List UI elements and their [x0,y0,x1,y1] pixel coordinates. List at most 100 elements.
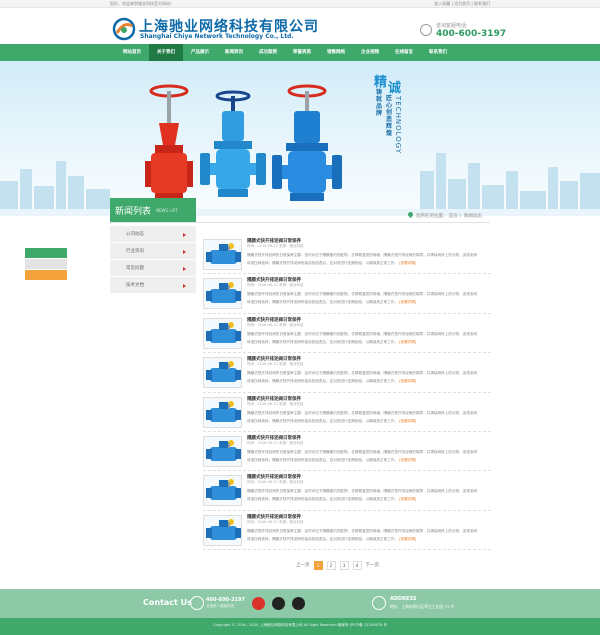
divider [110,222,490,223]
list-item[interactable]: 隔膜式快开排泥阀日常保养 时间：2016-06-12 来源：驰业科技 隔膜式快开排泥… [203,274,491,314]
page-link[interactable]: 4 [352,561,362,570]
nav-items: 网站首页 关于我们 产品展示 新闻资讯 成功案例 荣誉资质 销售网络 企业视频 在线留言 联系我们 [115,44,455,61]
footer-contact: Contact Us 400-600-3197 全国统一客服热线 ADDRESS… [0,589,600,618]
news-meta: 时间：2016-06-12 来源：驰业科技 [247,322,304,327]
main-nav: 网站首页 关于我们 产品展示 新闻资讯 成功案例 荣誉资质 销售网络 企业视频 在线留言 联系我们 [0,44,600,61]
hotline: 咨询客服电话: 400-600-3197 [420,22,506,44]
news-desc-line-1: 隔膜式快开排泥阀的日常保养主要：定时对位于隔膜管内的脏物，去掉覆盖层的网格，隔膜… [247,253,477,257]
nav-item-1[interactable]: 关于我们 [149,44,183,61]
news-thumbnail[interactable] [203,475,242,507]
read-more-link[interactable]: [查看详情] [399,537,416,541]
side-menu: 公司动态行业资讯常见问题技术文档 [110,226,196,294]
side-menu-label: 技术文档 [126,283,144,288]
slogan-big-2: 诚 [388,81,402,96]
page-link[interactable]: 2 [326,561,336,570]
list-item[interactable]: 隔膜式快开排泥阀日常保养 时间：2016-06-12 来源：驰业科技 隔膜式快开排泥… [203,393,491,432]
logo[interactable]: 上海驰业网络科技有限公司 Shanghai Chiye Network Tech… [112,14,318,42]
read-more-link[interactable]: [查看详情] [399,379,416,383]
side-menu-label: 行业资讯 [126,249,144,254]
news-desc-line-1: 隔膜式快开排泥阀的日常保养主要：定时对位于隔膜管内的脏物，去掉覆盖层的网格，隔膜… [247,331,477,336]
side-menu-item[interactable]: 常见问题 [110,260,196,277]
page-link[interactable]: 3 [339,561,349,570]
logo-en: Shanghai Chiye Network Technology Co., L… [140,33,294,40]
list-item[interactable]: 隔膜式快开排泥阀日常保养 时间：2016-06-12 来源：驰业科技 隔膜式快开排泥… [203,353,491,393]
logo-mark-icon [112,17,136,41]
list-item[interactable]: 隔膜式快开排泥阀日常保养 时间：2016-06-12 来源：驰业科技 隔膜式快开排泥… [203,314,491,354]
read-more-link[interactable]: [查看详情] [399,300,416,304]
news-meta: 时间：2016-06-12 来源：驰业科技 [247,480,304,485]
news-thumbnail[interactable] [203,435,242,467]
news-thumbnail[interactable] [203,357,242,389]
nav-item-0[interactable]: 网站首页 [115,44,149,61]
float-item-green[interactable] [25,248,67,258]
news-desc: 隔膜式快开排泥阀的日常保养主要：定时对位于隔膜管内的脏物，去掉覆盖层的网格，隔膜… [247,409,491,425]
news-desc-line-1: 隔膜式快开排泥阀的日常保养主要：定时对位于隔膜管内的脏物，去掉覆盖层的网格，隔膜… [247,371,477,376]
hotline-label: 咨询客服电话: [436,23,468,29]
banner-slogan: 精 诚 铸就品牌 匠心创造辉煌 TECHNOLOGY [360,71,410,191]
news-thumbnail[interactable] [203,396,242,428]
nav-item-3[interactable]: 新闻资讯 [217,44,251,61]
read-more-link[interactable]: [查看详情] [399,261,416,265]
read-more-link[interactable]: [查看详情] [399,340,416,344]
nav-item-8[interactable]: 在线留言 [387,44,421,61]
nav-item-4[interactable]: 成功案例 [251,44,285,61]
hotline-number: 400-600-3197 [436,29,507,39]
news-desc: 隔膜式快开排泥阀的日常保养主要：定时对位于隔膜管内的脏物，去掉覆盖层的网格，隔膜… [247,448,491,464]
news-desc-line-2: 将液压阀液体；隔膜式快开排泥阀所装设检验表后，应对其进行定期检验，以确保其正常工… [247,457,398,462]
float-item-orange[interactable] [25,270,67,280]
nav-item-7[interactable]: 企业视频 [353,44,387,61]
list-item[interactable]: 隔膜式快开排泥阀日常保养 时间：2016-06-12 来源：驰业科技 隔膜式快开排泥… [203,511,491,551]
top-links[interactable]: 加入收藏 | 设为首页 | 联系我们 [434,1,490,7]
news-thumbnail[interactable] [203,514,242,546]
news-desc-line-1: 隔膜式快开排泥阀的日常保养主要：定时对位于隔膜管内的脏物，去掉覆盖层的网格，隔膜… [247,410,477,415]
next-page-link[interactable]: 下一页 [366,561,380,570]
read-more-link[interactable]: [查看详情] [399,419,416,423]
nav-item-2[interactable]: 产品展示 [183,44,217,61]
weibo-icon[interactable] [272,597,285,610]
read-more-link[interactable]: [查看详情] [399,497,416,501]
news-desc-line-2: 将液压阀液体；隔膜式快开排泥阀所装设检验表后，应对其进行定期检验，以确保其正常工… [247,497,398,502]
side-menu-item[interactable]: 技术文档 [110,277,196,294]
footer-tel-sub: 全国统一客服热线 [206,604,234,608]
nav-item-6[interactable]: 销售网络 [319,44,353,61]
news-thumbnail[interactable] [203,317,242,349]
read-more-link[interactable]: [查看详情] [399,458,416,462]
slogan-english: TECHNOLOGY [394,96,402,155]
list-item[interactable]: 隔膜式快开排泥阀日常保养 时间：2016-06-12 来源：驰业科技 隔膜式快开排泥… [203,471,491,511]
news-desc-line-1: 隔膜式快开排泥阀的日常保养主要：定时对位于隔膜管内的脏物，去掉覆盖层的网格，隔膜… [247,449,477,454]
arrow-right-icon [183,284,186,288]
page-link[interactable]: 1 [313,561,323,570]
footer-copyright-bar: Copyright © 2016 - 2020 上海驰业网络科技有限公司 All… [0,618,600,635]
footer-address-title: ADDRESS [390,596,417,602]
wechat-icon[interactable] [292,597,305,610]
list-item[interactable]: 隔膜式快开排泥阀日常保养 时间：2016-06-12 来源：驰业科技 隔膜式快开排泥… [203,432,491,472]
side-menu-item[interactable]: 公司动态 [110,226,196,243]
news-meta: 时间：2016-06-12 来源：驰业科技 [247,401,304,406]
nav-item-9[interactable]: 联系我们 [421,44,455,61]
news-desc-line-2: 将液压阀液体；隔膜式快开排泥阀所装设检验表后，应对其进行定期检验，以确保其正常工… [247,379,398,384]
news-meta: 时间：2016-06-12 来源：驰业科技 [247,519,304,524]
news-thumbnail[interactable] [203,278,242,310]
breadcrumb[interactable]: 您所在的位置： 首页 〉新闻动态 [406,210,482,219]
news-desc: 隔膜式快开排泥阀的日常保养主要：定时对位于隔膜管内的脏物，去掉覆盖层的网格，隔膜… [247,487,491,503]
footer-phone-icon [190,596,204,610]
footer-contact-us: Contact Us [143,598,192,607]
side-menu-item[interactable]: 行业资讯 [110,243,196,260]
news-desc: 隔膜式快开排泥阀的日常保养主要：定时对位于隔膜管内的脏物，去掉覆盖层的网格，隔膜… [247,251,491,267]
news-meta: 时间：2016-06-12 来源：驰业科技 [247,283,304,288]
nav-item-5[interactable]: 荣誉资质 [285,44,319,61]
arrow-right-icon [183,267,186,271]
arrow-right-icon [183,233,186,237]
copyright-text: Copyright © 2016 - 2020 上海驰业网络科技有限公司 All… [213,623,387,627]
news-desc: 隔膜式快开排泥阀的日常保养主要：定时对位于隔膜管内的脏物，去掉覆盖层的网格，隔膜… [247,369,491,385]
phone-icon [420,24,432,36]
qq-icon[interactable] [252,597,265,610]
news-meta: 时间：2016-06-12 来源：驰业科技 [247,440,304,445]
list-item[interactable]: 隔膜式快开排泥阀日常保养 时间：2016-06-12 来源：驰业科技 隔膜式快开排泥… [203,235,491,275]
breadcrumb-text: 您所在的位置： 首页 〉新闻动态 [416,214,482,219]
news-thumbnail[interactable] [203,239,242,270]
header: 上海驰业网络科技有限公司 Shanghai Chiye Network Tech… [0,8,600,44]
prev-page-link[interactable]: 上一页 [296,561,310,570]
welcome-text: 您好，欢迎来到驰业科技官方网站！ [110,1,174,6]
float-item-gray[interactable] [25,259,67,269]
